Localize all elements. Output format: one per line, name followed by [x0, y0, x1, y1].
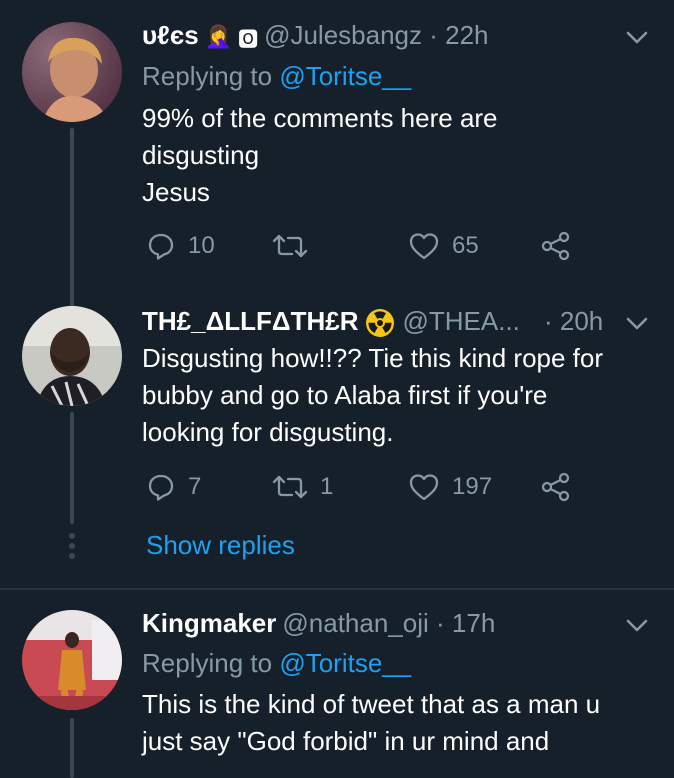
chevron-down-icon[interactable]	[624, 310, 650, 336]
replying-to: Replying to @Toritse__	[142, 648, 411, 679]
chevron-down-icon[interactable]	[624, 24, 650, 50]
heart-icon	[409, 233, 439, 260]
tweet-header: Kingmaker @nathan_oji · 17h	[142, 608, 495, 639]
avatar[interactable]	[22, 306, 122, 406]
tweet-text-line: bubby and go to Alaba first if you're	[142, 380, 548, 410]
tweet-text-line: just say "God forbid" in ur mind and	[142, 726, 550, 756]
radioactive-icon	[365, 309, 394, 338]
display-name[interactable]: ᴜℓєѕ	[142, 20, 199, 50]
show-replies-link[interactable]: Show replies	[146, 530, 295, 561]
thread-line	[70, 718, 74, 778]
timestamp[interactable]: · 17h	[436, 608, 495, 638]
thread-line	[70, 412, 74, 524]
tweet-header: TH£_ΔLLFΔTH£R ☢@THEA...	[142, 306, 520, 338]
reply-button[interactable]: 7	[146, 467, 201, 507]
tweet-text-line: 99% of the comments here are	[142, 103, 498, 133]
replying-label: Replying to	[142, 648, 273, 678]
reply-button[interactable]: 10	[146, 226, 215, 266]
tweet-text-line: disgusting	[142, 140, 260, 170]
share-icon	[541, 231, 570, 261]
avatar[interactable]	[22, 22, 122, 122]
user-handle[interactable]: @THEA...	[403, 306, 520, 336]
like-button[interactable]: 197	[408, 467, 492, 507]
facepalm-emoji-icon: 🤦‍♀️	[204, 24, 233, 50]
tweet-header: ᴜℓєѕ 🤦‍♀️ 🅾 @Julesbangz · 22h	[142, 20, 489, 52]
like-button[interactable]: 65	[408, 226, 479, 266]
share-icon	[541, 472, 570, 502]
timestamp[interactable]: · 20h	[544, 306, 603, 336]
badge-emoji-icon: 🅾	[238, 28, 259, 51]
avatar[interactable]	[22, 610, 122, 710]
like-count: 197	[452, 473, 493, 500]
heart-icon	[409, 474, 439, 501]
retweet-button[interactable]	[272, 226, 320, 266]
share-button[interactable]	[540, 467, 572, 507]
reply-count: 10	[188, 232, 215, 259]
tweet-text-line: looking for disgusting.	[142, 417, 394, 447]
retweet-count: 1	[320, 473, 334, 500]
tweet-text-line: Disgusting how!!?? Tie this kind rope fo…	[142, 343, 604, 373]
retweet-icon	[272, 234, 308, 258]
replying-label: Replying to	[142, 61, 273, 91]
divider	[0, 588, 674, 590]
tweet-text: Disgusting how!!?? Tie this kind rope fo…	[142, 340, 652, 451]
share-button[interactable]	[540, 226, 572, 266]
thread-line	[70, 128, 74, 308]
replying-to: Replying to @Toritse__	[142, 61, 411, 92]
replying-handle[interactable]: @Toritse__	[279, 648, 411, 678]
like-count: 65	[452, 232, 479, 259]
display-name[interactable]: Kingmaker	[142, 608, 276, 638]
retweet-icon	[272, 475, 308, 499]
replying-handle[interactable]: @Toritse__	[279, 61, 411, 91]
thread-dots-icon	[68, 533, 76, 563]
user-handle[interactable]: @Julesbangz	[264, 20, 422, 50]
reply-icon	[148, 474, 174, 501]
tweet-text-line: Jesus	[142, 177, 210, 207]
tweet-text: This is the kind of tweet that as a man …	[142, 686, 652, 760]
reply-count: 7	[188, 473, 202, 500]
reply-icon	[148, 233, 174, 260]
tweet-text-line: This is the kind of tweet that as a man …	[142, 689, 601, 719]
chevron-down-icon[interactable]	[624, 612, 650, 638]
user-handle[interactable]: @nathan_oji	[282, 608, 428, 638]
timestamp[interactable]: · 22h	[429, 20, 488, 50]
timestamp-wrap: · 20h	[544, 306, 603, 337]
retweet-button[interactable]: 1	[272, 467, 333, 507]
display-name[interactable]: TH£_ΔLLFΔTH£R	[142, 306, 359, 336]
tweet-text: 99% of the comments here are disgusting …	[142, 100, 652, 211]
